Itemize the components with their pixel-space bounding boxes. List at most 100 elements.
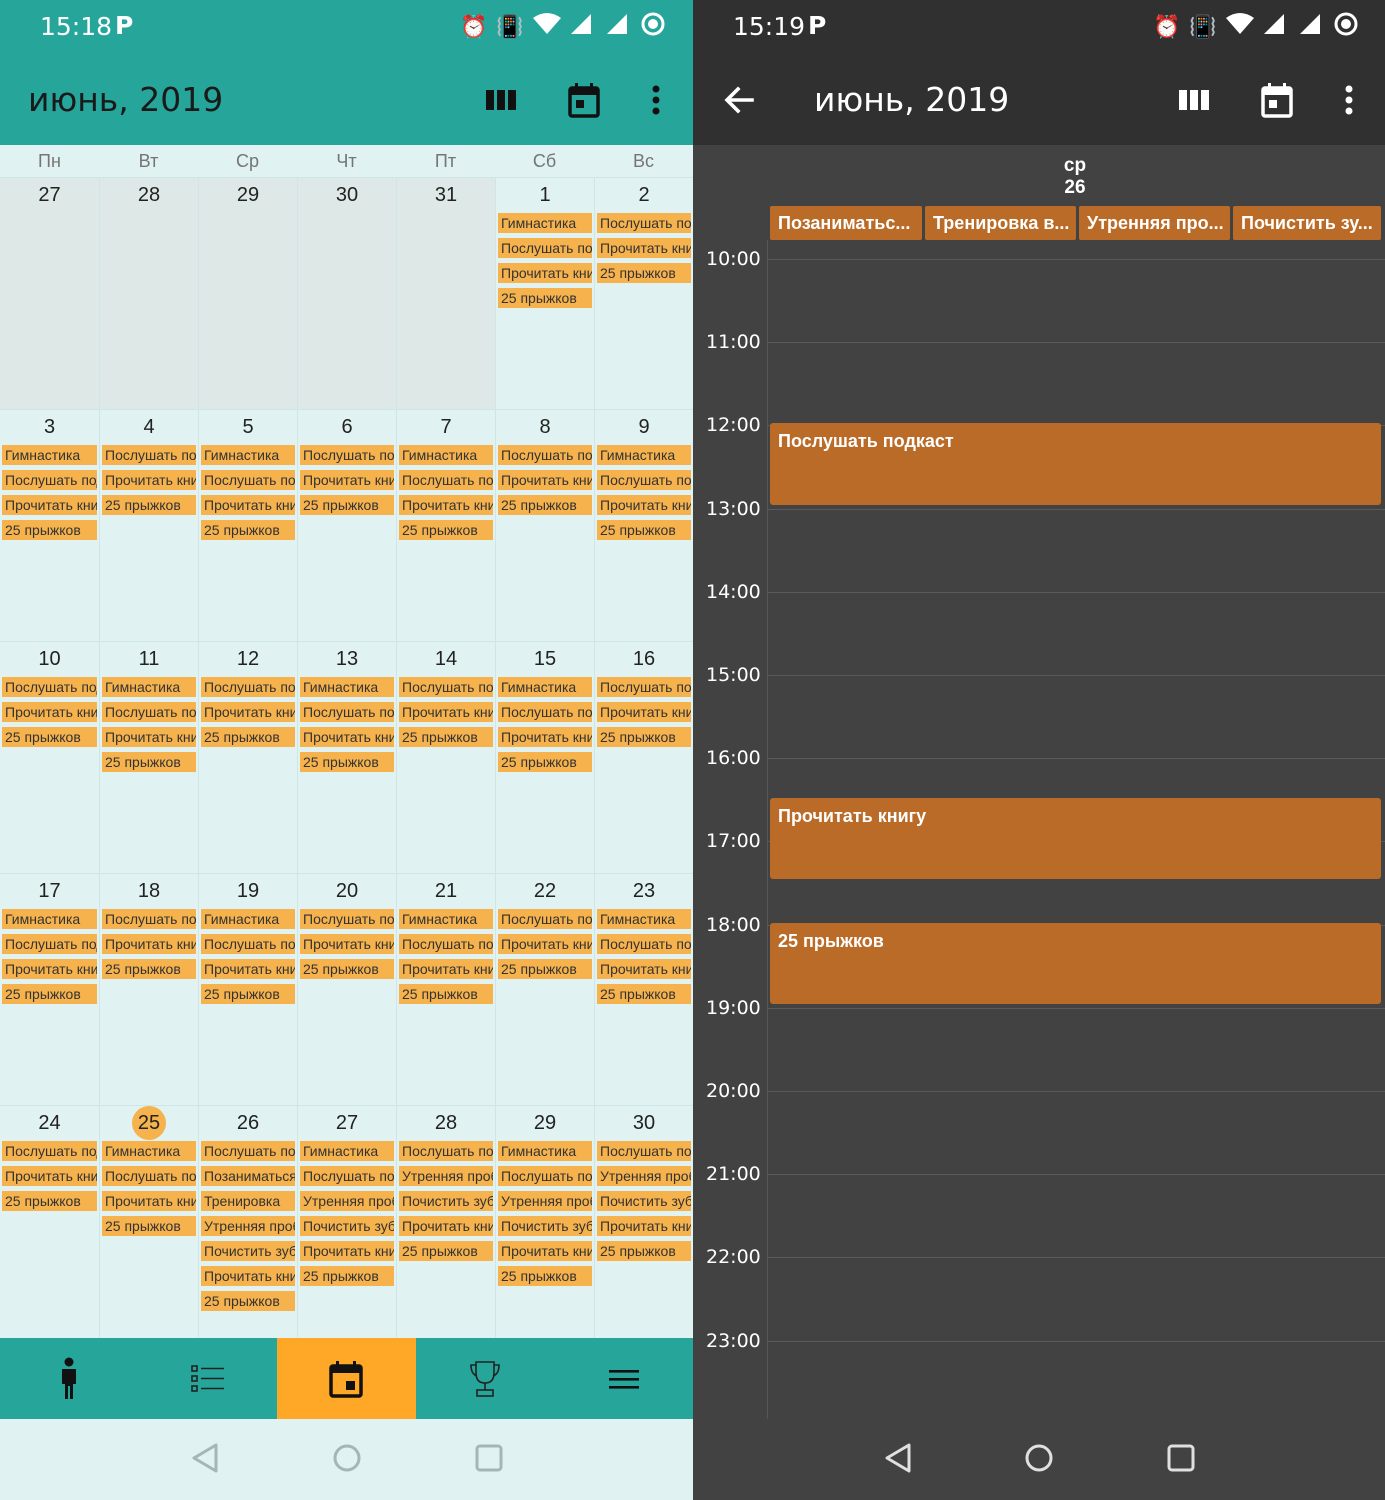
event-chip[interactable]: 25 прыжков xyxy=(597,984,691,1004)
day-cell[interactable]: 23 Гимнастика Послушать подкаст Прочитать к… xyxy=(594,874,693,1106)
nav-habits-list[interactable] xyxy=(139,1338,278,1419)
all-day-event[interactable]: Утренняя про... xyxy=(1079,206,1230,240)
event-chip[interactable]: Гимнастика xyxy=(201,909,295,929)
event-chip[interactable]: Гимнастика xyxy=(2,445,97,465)
home-nav-icon[interactable] xyxy=(331,1442,363,1474)
event-chip[interactable]: 25 прыжков xyxy=(102,1216,196,1236)
event-chip[interactable]: Послушать подкаст xyxy=(498,702,592,722)
day-cell[interactable]: 17 Гимнастика Послушать подкаст Прочитать к… xyxy=(0,874,99,1106)
day-cell[interactable]: 2 Послушать подкаст Прочитать книгу 25 прыж… xyxy=(594,178,693,410)
event-chip[interactable]: Прочитать книгу xyxy=(300,470,394,490)
event-chip[interactable]: 25 прыжков xyxy=(498,1266,592,1286)
event-chip[interactable]: Послушать подкаст xyxy=(2,677,97,697)
event-chip[interactable]: Послушать подкаст xyxy=(102,702,196,722)
day-cell[interactable]: 14 Послушать подкаст Прочитать книгу 25 пры… xyxy=(396,642,495,874)
day-cell[interactable]: 12 Послушать подкаст Прочитать книгу 25 пры… xyxy=(198,642,297,874)
event-chip[interactable]: Послушать подкаст xyxy=(201,1141,295,1161)
event-chip[interactable]: 25 прыжков xyxy=(399,984,493,1004)
event-chip[interactable]: Гимнастика xyxy=(102,1141,196,1161)
event-chip[interactable]: Утренняя пробежка xyxy=(201,1216,295,1236)
event-chip[interactable]: 25 прыжков xyxy=(300,495,394,515)
event-chip[interactable]: 25 прыжков xyxy=(102,959,196,979)
event-chip[interactable]: 25 прыжков xyxy=(2,520,97,540)
all-day-event[interactable]: Тренировка в... xyxy=(925,206,1076,240)
day-cell[interactable]: 18 Послушать подкаст Прочитать книгу 25 пры… xyxy=(99,874,198,1106)
more-vert-icon[interactable] xyxy=(636,80,676,120)
event-chip[interactable]: Послушать подкаст xyxy=(201,470,295,490)
event-chip[interactable]: Прочитать книгу xyxy=(300,1241,394,1261)
event-chip[interactable]: Послушать подкаст xyxy=(498,238,592,258)
event-chip[interactable]: 25 прыжков xyxy=(597,727,691,747)
day-cell[interactable]: 28 Послушать подкаст Утренняя пробежка Почи… xyxy=(396,1106,495,1338)
event-chip[interactable]: Прочитать книгу xyxy=(399,1216,493,1236)
day-cell[interactable]: 25Гимнастика Послушать подкаст Прочитать к… xyxy=(99,1106,198,1338)
event-chip[interactable]: Послушать подкаст xyxy=(201,677,295,697)
event-chip[interactable]: Гимнастика xyxy=(399,909,493,929)
event-chip[interactable]: Послушать подкаст xyxy=(597,1141,691,1161)
event-chip[interactable]: Прочитать книгу xyxy=(498,470,592,490)
event-chip[interactable]: Прочитать книгу xyxy=(498,1241,592,1261)
event-chip[interactable]: Прочитать книгу xyxy=(201,702,295,722)
day-cell[interactable]: 29 Гимнастика Послушать подкаст Утренняя пр… xyxy=(495,1106,594,1338)
event-chip[interactable]: Послушать подкаст xyxy=(597,213,691,233)
event-chip[interactable]: 25 прыжков xyxy=(399,727,493,747)
event-chip[interactable]: Прочитать книгу xyxy=(2,959,97,979)
nav-achievements[interactable] xyxy=(416,1338,555,1419)
event-chip[interactable]: Утренняя пробежка xyxy=(399,1166,493,1186)
event-chip[interactable]: Почистить зубы xyxy=(399,1191,493,1211)
event-chip[interactable]: Позаниматься xyxy=(201,1166,295,1186)
event-chip[interactable]: 25 прыжков xyxy=(201,520,295,540)
event-chip[interactable]: Послушать подкаст xyxy=(201,934,295,954)
event-chip[interactable]: Послушать подкаст xyxy=(597,677,691,697)
day-cell[interactable]: 8 Послушать подкаст Прочитать книгу 25 прыж… xyxy=(495,410,594,642)
day-cell[interactable]: 7 Гимнастика Послушать подкаст Прочитать кн… xyxy=(396,410,495,642)
event-chip[interactable]: Послушать подкаст xyxy=(102,909,196,929)
event-chip[interactable]: Послушать подкаст xyxy=(2,470,97,490)
event-chip[interactable]: 25 прыжков xyxy=(597,1241,691,1261)
event-chip[interactable]: 25 прыжков xyxy=(102,495,196,515)
day-cell[interactable]: 4 Послушать подкаст Прочитать книгу 25 прыж… xyxy=(99,410,198,642)
event-chip[interactable]: Прочитать книгу xyxy=(597,238,691,258)
event-chip[interactable]: Почистить зубы xyxy=(498,1216,592,1236)
all-day-event[interactable]: Позаниматьс... xyxy=(770,206,922,240)
back-nav-icon[interactable] xyxy=(190,1442,220,1474)
day-cell[interactable]: 11 Гимнастика Послушать подкаст Прочитать к… xyxy=(99,642,198,874)
event-chip[interactable]: 25 прыжков xyxy=(498,495,592,515)
day-cell[interactable]: 24 Послушать подкаст Прочитать книгу 25 пры… xyxy=(0,1106,99,1338)
event-chip[interactable]: 25 прыжков xyxy=(102,752,196,772)
event-chip[interactable]: Почистить зубы xyxy=(300,1216,394,1236)
more-vert-icon[interactable] xyxy=(1329,80,1369,120)
event-chip[interactable]: Утренняя пробежка xyxy=(597,1166,691,1186)
event-chip[interactable]: Послушать подкаст xyxy=(597,470,691,490)
event-chip[interactable]: Тренировка xyxy=(201,1191,295,1211)
event-chip[interactable]: Прочитать книгу xyxy=(498,263,592,283)
day-cell[interactable]: 31 xyxy=(396,178,495,410)
all-day-event[interactable]: Почистить зу... xyxy=(1233,206,1381,240)
event-chip[interactable]: Послушать подкаст xyxy=(2,934,97,954)
event-chip[interactable]: Гимнастика xyxy=(201,445,295,465)
back-nav-icon[interactable] xyxy=(883,1442,913,1474)
event-chip[interactable]: Прочитать книгу xyxy=(399,959,493,979)
event-chip[interactable]: Прочитать книгу xyxy=(201,959,295,979)
event-chip[interactable]: Прочитать книгу xyxy=(498,934,592,954)
event-chip[interactable]: Гимнастика xyxy=(498,677,592,697)
event-chip[interactable]: Послушать подкаст xyxy=(498,445,592,465)
day-cell[interactable]: 15 Гимнастика Послушать подкаст Прочитать к… xyxy=(495,642,594,874)
event-chip[interactable]: Послушать подкаст xyxy=(498,909,592,929)
event-chip[interactable]: 25 прыжков xyxy=(399,1241,493,1261)
timed-event[interactable]: Послушать подкаст xyxy=(770,423,1381,505)
event-chip[interactable]: 25 прыжков xyxy=(201,1291,295,1311)
event-chip[interactable]: Почистить зубы xyxy=(597,1191,691,1211)
event-chip[interactable]: 25 прыжков xyxy=(201,727,295,747)
day-cell[interactable]: 13 Гимнастика Послушать подкаст Прочитать к… xyxy=(297,642,396,874)
day-cell[interactable]: 6 Послушать подкаст Прочитать книгу 25 прыж… xyxy=(297,410,396,642)
nav-calendar[interactable] xyxy=(277,1338,416,1419)
event-chip[interactable]: Прочитать книгу xyxy=(300,934,394,954)
day-cell[interactable]: 27 xyxy=(0,178,99,410)
event-chip[interactable]: Прочитать книгу xyxy=(498,727,592,747)
event-chip[interactable]: Прочитать книгу xyxy=(597,959,691,979)
event-chip[interactable]: Прочитать книгу xyxy=(597,702,691,722)
event-chip[interactable]: Послушать подкаст xyxy=(399,1141,493,1161)
event-chip[interactable]: Послушать подкаст xyxy=(399,934,493,954)
event-chip[interactable]: Послушать подкаст xyxy=(498,1166,592,1186)
